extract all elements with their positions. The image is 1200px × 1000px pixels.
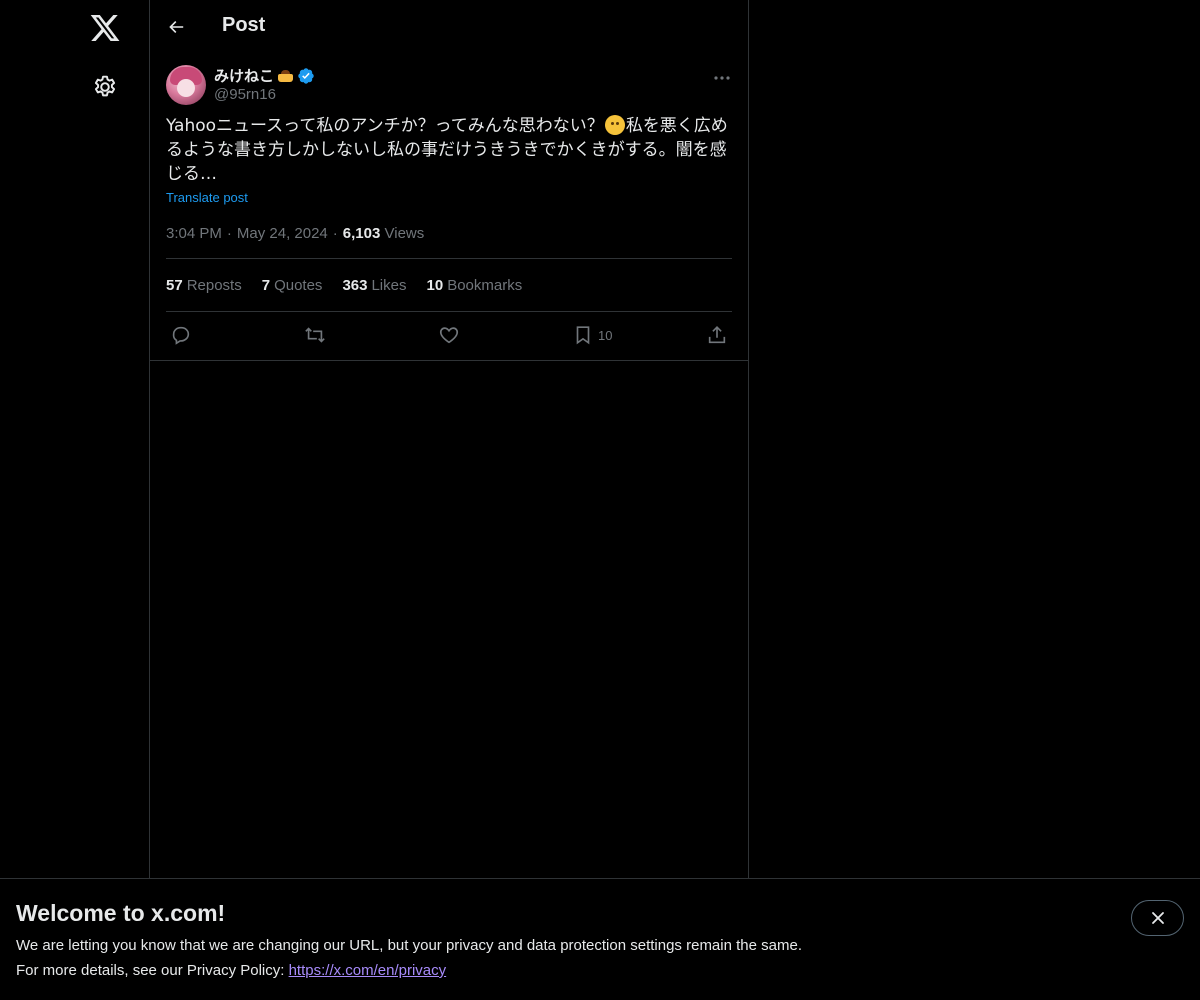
welcome-banner: Welcome to x.com! We are letting you kno… [0,878,1200,1000]
back-arrow-icon[interactable] [164,15,188,39]
author-display-name[interactable]: みけねこ [214,65,315,86]
more-options-icon[interactable] [712,68,732,88]
meta-separator: · [226,225,232,242]
repost-icon [305,327,325,343]
bookmark-count: 10 [598,327,613,343]
post-stats: 57 Reposts 7 Quotes 363 Likes 10 Bookmarks [166,259,732,312]
post-meta: 3:04 PM · May 24, 2024 · 6,103 Views [166,225,732,259]
privacy-policy-link[interactable]: https://x.com/en/privacy [289,962,447,979]
avatar[interactable] [166,65,206,105]
quotes-stat[interactable]: 7 Quotes [262,277,323,294]
share-icon [708,326,726,344]
reply-icon [172,326,190,345]
author-handle[interactable]: @95rn16 [214,86,276,103]
post-action-bar: 10 [166,312,732,360]
quotes-label: Quotes [274,276,323,294]
heart-icon [439,327,459,344]
likes-stat[interactable]: 363 Likes [342,277,406,294]
post-time[interactable]: 3:04 PM [166,225,222,242]
bookmarks-count: 10 [426,276,444,294]
settings-gear-icon[interactable] [89,71,121,103]
views-count: 6,103 [342,225,381,242]
main-column: Post みけねこ @95rn16 Yahooニュースって私のアンチか？ってみん… [150,0,749,880]
banner-message: We are letting you know that we are chan… [16,937,802,954]
post-author-row: みけねこ @95rn16 [166,54,732,112]
bookmarks-stat[interactable]: 10 Bookmarks [427,277,523,294]
avatar-face [177,79,195,97]
banner-policy-prefix: For more details, see our Privacy Policy… [16,962,289,979]
bookmarks-label: Bookmarks [447,276,523,294]
author-name-text: みけねこ [214,68,275,85]
post-article: みけねこ @95rn16 Yahooニュースって私のアンチか？ってみんな思わない… [150,54,748,361]
app-window: Post みけねこ @95rn16 Yahooニュースって私のアンチか？ってみん… [0,0,1200,1000]
page-title: Post [222,14,266,36]
bookmark-button[interactable]: 10 [572,324,612,346]
views-label: Views [384,225,425,242]
banner-close-button[interactable] [1131,900,1184,936]
x-logo-icon[interactable] [89,12,121,44]
translate-post-link[interactable]: Translate post [166,190,732,205]
likes-label: Likes [371,276,407,294]
post-text: Yahooニュースって私のアンチか？ってみんな思わない？ 私を悪く広めるような書き… [166,114,732,186]
reply-button[interactable] [170,324,192,346]
post-date[interactable]: May 24, 2024 [237,225,328,242]
repost-button[interactable] [304,324,326,346]
likes-count: 363 [342,276,368,294]
meta-separator: · [332,225,338,242]
banner-title: Welcome to x.com! [16,900,226,926]
reposts-stat[interactable]: 57 Reposts [166,277,242,294]
banner-policy-line: For more details, see our Privacy Policy… [16,962,446,979]
quotes-count: 7 [261,276,271,294]
confused-face-emoji-icon [604,115,625,135]
left-navigation-rail [0,0,150,1000]
pudding-emoji-icon [277,69,294,83]
verified-badge-icon [298,67,314,84]
post-text-part1: Yahooニュースって私のアンチか？ってみんな思わない？ [166,116,604,136]
page-header: Post [150,0,748,54]
reposts-count: 57 [166,276,183,294]
like-button[interactable] [438,324,460,346]
share-button[interactable] [706,324,728,346]
close-icon [1151,912,1164,924]
reposts-label: Reposts [186,276,242,294]
bookmark-icon [576,326,590,345]
